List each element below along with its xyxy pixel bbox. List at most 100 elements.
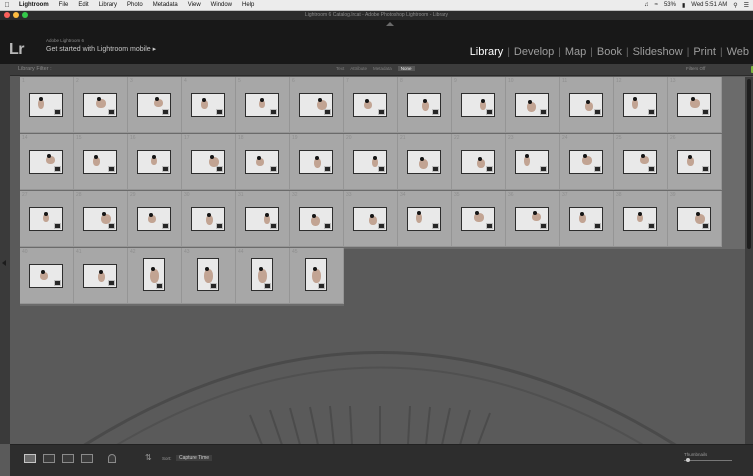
photo-thumbnail[interactable]	[191, 150, 225, 174]
compare-view-button[interactable]	[62, 454, 74, 463]
module-develop[interactable]: Develop	[510, 46, 558, 58]
filter-preset-dropdown[interactable]: Filters Off	[686, 66, 705, 71]
edited-badge-icon[interactable]	[702, 223, 709, 229]
edited-badge-icon[interactable]	[54, 166, 61, 172]
photo-thumbnail[interactable]	[677, 93, 711, 117]
edited-badge-icon[interactable]	[594, 109, 601, 115]
edited-badge-icon[interactable]	[216, 223, 223, 229]
volume-icon[interactable]: ♫	[644, 2, 649, 8]
edited-badge-icon[interactable]	[702, 109, 709, 115]
edited-badge-icon[interactable]	[432, 223, 439, 229]
edited-badge-icon[interactable]	[210, 283, 217, 289]
expand-left-panel-icon[interactable]	[2, 260, 6, 266]
clock[interactable]: Wed 5:51 AM	[691, 2, 727, 8]
loupe-view-button[interactable]	[43, 454, 55, 463]
edited-badge-icon[interactable]	[594, 166, 601, 172]
photo-cell[interactable]: 38	[614, 191, 668, 247]
photo-thumbnail[interactable]	[245, 207, 279, 231]
left-panel-edge[interactable]	[0, 64, 10, 444]
edited-badge-icon[interactable]	[486, 166, 493, 172]
apple-icon[interactable]: 	[0, 2, 14, 9]
photo-thumbnail[interactable]	[29, 93, 63, 117]
filter-text[interactable]: Text	[336, 66, 344, 71]
photo-cell[interactable]: 37	[560, 191, 614, 247]
photo-thumbnail[interactable]	[623, 150, 657, 174]
edited-badge-icon[interactable]	[594, 223, 601, 229]
photo-cell[interactable]: 20	[344, 134, 398, 190]
grid-scrollbar-thumb[interactable]	[747, 79, 751, 249]
photo-thumbnail[interactable]	[461, 93, 495, 117]
wifi-icon[interactable]: ≈	[655, 2, 658, 8]
edited-badge-icon[interactable]	[318, 283, 325, 289]
photo-thumbnail[interactable]	[569, 150, 603, 174]
photo-cell[interactable]: 12	[614, 77, 668, 133]
edited-badge-icon[interactable]	[162, 109, 169, 115]
edited-badge-icon[interactable]	[378, 109, 385, 115]
photo-cell[interactable]: 28	[74, 191, 128, 247]
edited-badge-icon[interactable]	[216, 166, 223, 172]
module-book[interactable]: Book	[593, 46, 626, 58]
photo-thumbnail[interactable]	[29, 264, 63, 288]
menu-help[interactable]: Help	[237, 2, 259, 8]
collapse-top-panel-icon[interactable]	[380, 20, 400, 28]
photo-thumbnail[interactable]	[407, 93, 441, 117]
photo-thumbnail[interactable]	[515, 207, 549, 231]
edited-badge-icon[interactable]	[378, 166, 385, 172]
grid-scrollbar[interactable]	[745, 77, 753, 444]
edited-badge-icon[interactable]	[270, 223, 277, 229]
photo-thumbnail[interactable]	[83, 264, 117, 288]
menu-window[interactable]: Window	[206, 2, 237, 8]
photo-cell[interactable]: 4	[182, 77, 236, 133]
people-view-button[interactable]	[108, 454, 116, 463]
menu-lightroom[interactable]: Lightroom	[14, 2, 54, 8]
photo-thumbnail[interactable]	[677, 150, 711, 174]
photo-cell[interactable]: 35	[452, 191, 506, 247]
edited-badge-icon[interactable]	[54, 280, 61, 286]
photo-cell[interactable]: 39	[668, 191, 722, 247]
thumbnail-size-knob[interactable]	[686, 458, 691, 462]
photo-thumbnail[interactable]	[515, 93, 549, 117]
photo-cell[interactable]: 27	[20, 191, 74, 247]
photo-thumbnail[interactable]	[407, 150, 441, 174]
photo-cell[interactable]: 8	[398, 77, 452, 133]
edited-badge-icon[interactable]	[540, 166, 547, 172]
photo-cell[interactable]: 22	[452, 134, 506, 190]
edited-badge-icon[interactable]	[108, 223, 115, 229]
menu-view[interactable]: View	[183, 2, 206, 8]
photo-cell[interactable]: 24	[560, 134, 614, 190]
edited-badge-icon[interactable]	[648, 109, 655, 115]
photo-thumbnail[interactable]	[137, 207, 171, 231]
photo-cell[interactable]: 16	[128, 134, 182, 190]
edited-badge-icon[interactable]	[540, 109, 547, 115]
photo-cell[interactable]: 9	[452, 77, 506, 133]
photo-cell[interactable]: 32	[290, 191, 344, 247]
photo-cell[interactable]: 7	[344, 77, 398, 133]
edited-badge-icon[interactable]	[702, 166, 709, 172]
filter-attribute[interactable]: Attribute	[350, 66, 367, 71]
menu-library[interactable]: Library	[94, 2, 122, 8]
edited-badge-icon[interactable]	[162, 223, 169, 229]
photo-cell[interactable]: 6	[290, 77, 344, 133]
photo-thumbnail[interactable]	[29, 207, 63, 231]
photo-thumbnail[interactable]	[83, 93, 117, 117]
photo-cell[interactable]: 41	[74, 248, 128, 304]
edited-badge-icon[interactable]	[54, 109, 61, 115]
photo-thumbnail[interactable]	[197, 258, 219, 291]
lightroom-mobile-link[interactable]: Get started with Lightroom mobile ▸	[46, 45, 156, 53]
battery-icon[interactable]: ▮	[682, 2, 685, 9]
edited-badge-icon[interactable]	[108, 280, 115, 286]
minimize-window-button[interactable]	[13, 12, 19, 18]
photo-cell[interactable]: 25	[614, 134, 668, 190]
edited-badge-icon[interactable]	[540, 223, 547, 229]
notification-center-icon[interactable]: ☰	[744, 2, 749, 9]
menu-edit[interactable]: Edit	[73, 2, 93, 8]
edited-badge-icon[interactable]	[108, 166, 115, 172]
sort-dropdown[interactable]: Capture Time	[176, 455, 213, 461]
photo-thumbnail[interactable]	[677, 207, 711, 231]
photo-thumbnail[interactable]	[461, 207, 495, 231]
battery-percent[interactable]: 53%	[664, 2, 676, 8]
photo-cell[interactable]: 3	[128, 77, 182, 133]
photo-cell[interactable]: 2	[74, 77, 128, 133]
photo-cell[interactable]: 31	[236, 191, 290, 247]
edited-badge-icon[interactable]	[648, 223, 655, 229]
